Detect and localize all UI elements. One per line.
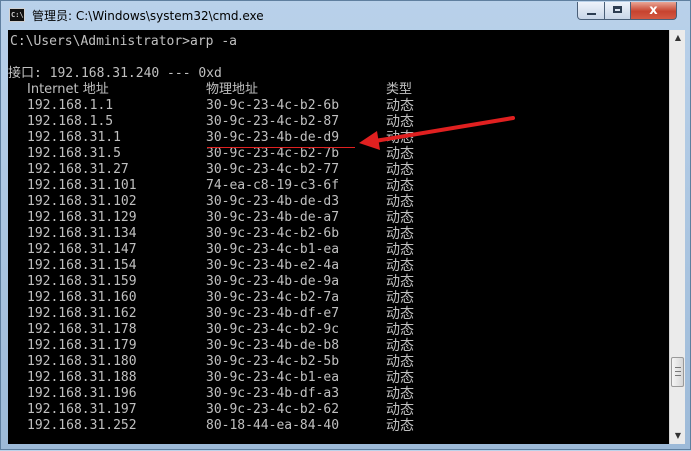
maximize-button[interactable] (604, 2, 631, 20)
arp-ip-address: 192.168.31.134 (27, 226, 137, 241)
arp-mac-address: 30-9c-23-4b-de-d9 (206, 130, 340, 145)
arp-mac-address: 30-9c-23-4c-b2-7b (206, 146, 340, 161)
header-type: 类型 (386, 82, 413, 97)
console-app-icon[interactable]: C:\ (9, 8, 25, 22)
grip-icon (675, 367, 681, 376)
arp-mac-address: 74-ea-c8-19-c3-6f (206, 178, 340, 193)
arp-entry-type: 动态 (386, 290, 414, 306)
arp-entry-type: 动态 (386, 130, 414, 146)
arp-ip-address: 192.168.31.27 (27, 162, 129, 177)
arp-ip-address: 192.168.31.180 (27, 354, 137, 369)
scroll-up-icon[interactable]: ▲ (671, 30, 685, 46)
arp-mac-address: 30-9c-23-4b-df-e7 (206, 306, 340, 321)
vertical-scrollbar[interactable]: ▲ ▼ (669, 30, 685, 444)
highlight-underline (207, 147, 355, 148)
arp-entry-type: 动态 (386, 338, 414, 354)
arp-entry-type: 动态 (386, 194, 414, 210)
arp-mac-address: 30-9c-23-4c-b2-7a (206, 290, 340, 305)
arp-entry-type: 动态 (386, 210, 414, 226)
arp-ip-address: 192.168.1.1 (27, 98, 114, 113)
arp-ip-address: 192.168.31.178 (27, 322, 137, 337)
arp-ip-address: 192.168.31.102 (27, 194, 137, 209)
arp-mac-address: 80-18-44-ea-84-40 (206, 418, 340, 433)
arp-ip-address: 192.168.31.5 (27, 146, 121, 161)
arp-ip-address: 192.168.31.196 (27, 386, 137, 401)
window-title: 管理员: C:\Windows\system32\cmd.exe (32, 9, 264, 23)
arp-entry-type: 动态 (386, 146, 414, 162)
arp-ip-address: 192.168.31.101 (27, 178, 137, 193)
arp-ip-address: 192.168.31.197 (27, 402, 137, 417)
arp-mac-address: 30-9c-23-4c-b2-62 (206, 402, 340, 417)
minimize-button[interactable] (577, 2, 605, 20)
arp-ip-address: 192.168.31.147 (27, 242, 137, 257)
arp-mac-address: 30-9c-23-4b-de-d3 (206, 194, 340, 209)
arp-entry-type: 动态 (386, 322, 414, 338)
arp-entry-type: 动态 (386, 178, 414, 194)
arp-ip-address: 192.168.31.188 (27, 370, 137, 385)
arp-mac-address: 30-9c-23-4c-b2-87 (206, 114, 340, 129)
arp-ip-address: 192.168.31.162 (27, 306, 137, 321)
arp-ip-address: 192.168.31.179 (27, 338, 137, 353)
header-internet-address: Internet 地址 (27, 82, 109, 97)
arp-entry-type: 动态 (386, 370, 414, 386)
arp-mac-address: 30-9c-23-4c-b2-77 (206, 162, 340, 177)
arp-ip-address: 192.168.31.252 (27, 418, 137, 433)
arp-mac-address: 30-9c-23-4c-b2-6b (206, 98, 340, 113)
arp-ip-address: 192.168.1.5 (27, 114, 114, 129)
arp-mac-address: 30-9c-23-4b-de-a7 (206, 210, 340, 225)
arp-entry-type: 动态 (386, 306, 414, 322)
arp-entry-type: 动态 (386, 274, 414, 290)
scroll-thumb[interactable] (671, 357, 684, 387)
console-output[interactable]: C:\Users\Administrator>arp -a 接口: 192.16… (8, 30, 669, 444)
arp-entry-type: 动态 (386, 226, 414, 242)
arp-entry-type: 动态 (386, 258, 414, 274)
interface-line: 接口: 192.168.31.240 --- 0xd (8, 66, 222, 81)
arp-mac-address: 30-9c-23-4b-de-b8 (206, 338, 340, 353)
close-icon: x (649, 3, 658, 18)
arp-entry-type: 动态 (386, 162, 414, 178)
arp-mac-address: 30-9c-23-4c-b1-ea (206, 370, 340, 385)
close-button[interactable]: x (630, 2, 677, 20)
arp-mac-address: 30-9c-23-4c-b2-9c (206, 322, 340, 337)
arp-ip-address: 192.168.31.154 (27, 258, 137, 273)
arp-ip-address: 192.168.31.159 (27, 274, 137, 289)
minimize-icon (587, 13, 596, 15)
arp-entry-type: 动态 (386, 242, 414, 258)
arp-mac-address: 30-9c-23-4b-df-a3 (206, 386, 340, 401)
arp-mac-address: 30-9c-23-4b-e2-4a (206, 258, 340, 273)
arp-entry-type: 动态 (386, 354, 414, 370)
title-bar[interactable]: C:\ 管理员: C:\Windows\system32\cmd.exe x (1, 1, 690, 29)
arp-mac-address: 30-9c-23-4c-b2-5b (206, 354, 340, 369)
arp-entry-type: 动态 (386, 402, 414, 418)
maximize-icon (613, 6, 622, 13)
arp-entry-type: 动态 (386, 98, 414, 114)
arp-entry-type: 动态 (386, 418, 414, 434)
arp-entry-type: 动态 (386, 386, 414, 402)
arp-mac-address: 30-9c-23-4c-b1-ea (206, 242, 340, 257)
arp-entry-type: 动态 (386, 114, 414, 130)
arp-ip-address: 192.168.31.160 (27, 290, 137, 305)
arp-ip-address: 192.168.31.129 (27, 210, 137, 225)
arp-ip-address: 192.168.31.1 (27, 130, 121, 145)
cmd-window: C:\ 管理员: C:\Windows\system32\cmd.exe x C… (0, 0, 691, 450)
header-physical-address: 物理地址 (206, 82, 259, 97)
scroll-down-icon[interactable]: ▼ (671, 428, 685, 444)
arp-mac-address: 30-9c-23-4c-b2-6b (206, 226, 340, 241)
arp-mac-address: 30-9c-23-4b-de-9a (206, 274, 340, 289)
command-line: C:\Users\Administrator>arp -a (10, 34, 237, 49)
